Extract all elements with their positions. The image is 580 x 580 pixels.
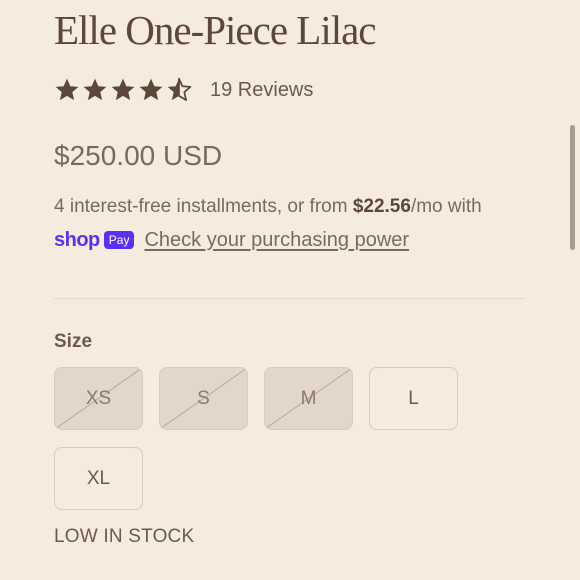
product-price: $250.00 USD: [54, 140, 223, 171]
star-icon: [111, 78, 135, 101]
size-option-l[interactable]: L: [369, 367, 458, 430]
size-option-s[interactable]: S: [159, 367, 248, 430]
size-option-label: XL: [86, 467, 111, 489]
star-rating[interactable]: [54, 77, 194, 103]
rating-row[interactable]: 19 Reviews: [54, 76, 313, 104]
reviews-link[interactable]: 19 Reviews: [210, 79, 313, 102]
size-option-xl[interactable]: XL: [54, 447, 143, 510]
shoppay-pay-badge: Pay: [103, 231, 135, 249]
star-icon: [139, 78, 163, 101]
size-option-label: S: [197, 387, 210, 409]
size-option-label: M: [300, 387, 317, 409]
shoppay-logo: shop: [54, 228, 100, 251]
divider: [54, 298, 526, 299]
star-icon: [55, 78, 79, 101]
star-icon: [83, 78, 107, 101]
shoppay-row: shop Pay Check your purchasing power: [54, 227, 409, 253]
installment-amount: $22.56: [352, 196, 411, 217]
size-option-m[interactable]: M: [264, 367, 353, 430]
size-option-xs[interactable]: XS: [54, 367, 143, 430]
product-title: Elle One-Piece Lilac: [54, 7, 376, 53]
installments-text: 4 interest-free installments, or from $2…: [54, 196, 482, 218]
installments-prefix: 4 interest-free installments, or from: [54, 196, 353, 217]
scrollbar[interactable]: [570, 125, 575, 250]
size-option-label: L: [408, 387, 419, 409]
installments-suffix: /mo with: [410, 196, 482, 217]
size-option-label: XS: [85, 387, 112, 409]
purchasing-power-link[interactable]: Check your purchasing power: [144, 229, 409, 252]
stock-status: LOW IN STOCK: [54, 526, 195, 547]
size-label: Size: [54, 331, 93, 352]
half-star-icon: [167, 77, 192, 101]
